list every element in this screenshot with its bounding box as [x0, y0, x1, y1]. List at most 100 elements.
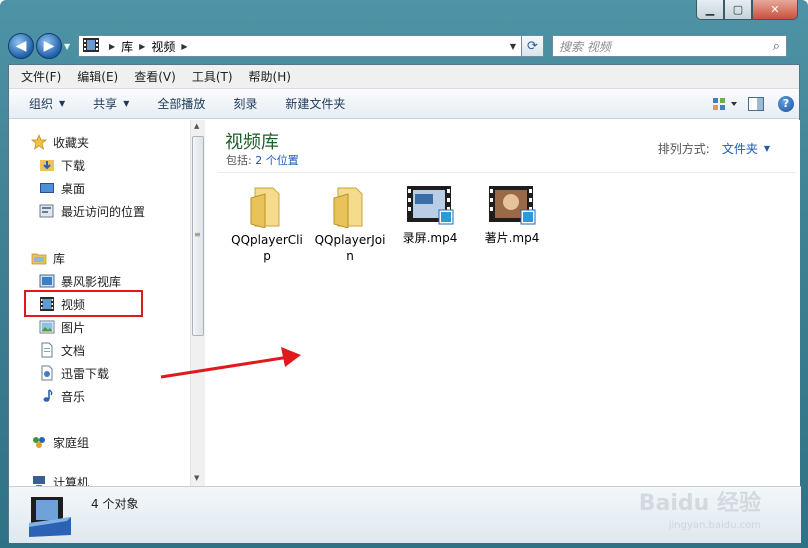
share-button[interactable]: 共享 ▼ — [79, 95, 143, 112]
sidebar-item-libraries[interactable]: 库 — [31, 248, 65, 268]
toolbar-right: ? — [709, 93, 799, 115]
breadcrumb-library[interactable]: 库 — [121, 38, 133, 55]
file-name: 著片.mp4 — [484, 231, 540, 245]
sidebar-item-label: 最近访问的位置 — [61, 204, 146, 219]
content-pane: 视频库 包括: 2 个位置 排列方式: 文件夹 ▼ QQplayerClip Q… — [206, 120, 800, 486]
details-pane: 4 个对象 Baidu 经验 jingyan.baidu.com — [9, 486, 801, 543]
breadcrumb-videos[interactable]: 视频 — [151, 38, 175, 55]
sidebar-item-label: 桌面 — [61, 181, 86, 196]
nav-tree: 收藏夹 下载 桌面 最近访问的位置 库 暴风影视库 视频 图片 文档 迅雷下载 … — [9, 120, 189, 486]
sidebar-item-documents[interactable]: 文档 — [39, 340, 85, 360]
arrange-value[interactable]: 文件夹 — [722, 140, 758, 157]
file-name: QQplayerClip — [231, 233, 303, 263]
menu-edit[interactable]: 编辑(E) — [69, 68, 126, 85]
sidebar-item-label: 计算机 — [53, 475, 90, 487]
sidebar-item-baofeng-library[interactable]: 暴风影视库 — [39, 271, 121, 291]
sidebar-item-label: 暴风影视库 — [61, 274, 122, 289]
folder-icon — [333, 187, 363, 228]
video-file-icon — [489, 186, 536, 225]
includes-locations-link[interactable]: 2 个位置 — [255, 154, 299, 167]
nav-scrollbar[interactable]: ▲ ≡ ▼ — [190, 120, 205, 486]
help-button[interactable]: ? — [773, 93, 799, 115]
library-includes: 包括: 2 个位置 — [226, 152, 299, 168]
scroll-down-icon[interactable]: ▼ — [194, 474, 199, 482]
history-dropdown[interactable]: ▼ — [64, 42, 74, 51]
search-box[interactable]: 搜索 视频 ⌕ — [552, 35, 787, 57]
file-item-folder[interactable]: QQplayerClip — [231, 184, 303, 264]
video-file-icon — [407, 186, 454, 225]
sidebar-item-thunder-downloads[interactable]: 迅雷下载 — [39, 363, 109, 383]
sidebar-item-label: 库 — [53, 251, 66, 266]
command-bar: 组织 ▼ 共享 ▼ 全部播放 刻录 新建文件夹 ? — [9, 89, 799, 119]
baofeng-library-icon — [39, 273, 55, 289]
search-icon[interactable]: ⌕ — [773, 39, 780, 54]
file-name: 录屏.mp4 — [402, 231, 458, 245]
sidebar-item-recent-places[interactable]: 最近访问的位置 — [39, 201, 145, 221]
sidebar-item-label: 图片 — [61, 320, 86, 335]
arrange-by: 排列方式: 文件夹 ▼ — [658, 140, 770, 157]
menu-view[interactable]: 查看(V) — [126, 68, 184, 85]
chevron-right-icon[interactable]: ▶ — [109, 42, 115, 51]
file-item-folder[interactable]: QQplayerJoin — [314, 184, 386, 264]
music-note-icon — [39, 388, 55, 404]
back-button[interactable]: ◀ — [8, 33, 34, 59]
organize-button[interactable]: 组织 ▼ — [15, 95, 79, 112]
view-options-button[interactable] — [713, 93, 739, 115]
play-all-button[interactable]: 全部播放 — [143, 95, 219, 112]
close-button[interactable]: ✕ — [752, 0, 798, 20]
sidebar-item-favorites[interactable]: 收藏夹 — [31, 132, 89, 152]
maximize-button[interactable]: ▢ — [724, 0, 752, 20]
chevron-right-icon[interactable]: ▶ — [181, 42, 187, 51]
minimize-button[interactable]: ▁ — [696, 0, 724, 20]
menu-tools[interactable]: 工具(T) — [184, 68, 241, 85]
sidebar-item-music[interactable]: 音乐 — [39, 386, 85, 406]
chevron-down-icon[interactable]: ▼ — [764, 144, 770, 153]
navigation-pane: 收藏夹 下载 桌面 最近访问的位置 库 暴风影视库 视频 图片 文档 迅雷下载 … — [9, 120, 205, 486]
search-input[interactable]: 搜索 视频 — [559, 38, 773, 55]
scroll-up-icon[interactable]: ▲ — [194, 122, 199, 130]
menu-help[interactable]: 帮助(H) — [241, 68, 299, 85]
includes-label: 包括: — [226, 154, 252, 167]
arrange-label: 排列方式: — [657, 142, 710, 156]
watermark-url: jingyan.baidu.com — [668, 520, 761, 531]
sidebar-item-downloads[interactable]: 下载 — [39, 155, 85, 175]
preview-pane-button[interactable] — [743, 93, 769, 115]
forward-button[interactable]: ▶ — [36, 33, 62, 59]
scroll-grip-icon: ≡ — [194, 230, 201, 239]
video-library-icon — [83, 37, 99, 55]
refresh-button[interactable]: ⟳ — [522, 35, 544, 57]
file-item-video[interactable]: 著片.mp4 — [476, 184, 548, 246]
new-folder-button[interactable]: 新建文件夹 — [271, 95, 359, 112]
sidebar-item-computer[interactable]: 计算机 — [31, 472, 89, 486]
menu-bar: 文件(F) 编辑(E) 查看(V) 工具(T) 帮助(H) — [9, 65, 799, 89]
sidebar-item-label: 家庭组 — [53, 435, 90, 450]
sidebar-item-pictures[interactable]: 图片 — [39, 317, 85, 337]
chevron-down-icon: ▼ — [123, 99, 130, 108]
address-dropdown-icon[interactable]: ▼ — [505, 42, 521, 51]
divider — [218, 172, 796, 173]
annotation-highlight-box — [24, 290, 143, 317]
burn-button[interactable]: 刻录 — [219, 95, 271, 112]
address-bar[interactable]: ▶ 库 ▶ 视频 ▶ ▼ — [78, 35, 522, 57]
homegroup-icon — [31, 434, 47, 450]
breadcrumb: ▶ 库 ▶ 视频 ▶ — [103, 38, 194, 55]
folder-icon — [250, 187, 280, 228]
watermark-logo: Baidu 经验 — [638, 491, 761, 516]
sidebar-item-label: 迅雷下载 — [61, 366, 110, 381]
thunder-download-icon — [39, 365, 55, 381]
star-icon — [31, 134, 47, 150]
view-grid-icon — [713, 97, 737, 110]
file-name: QQplayerJoin — [314, 233, 386, 263]
menu-file[interactable]: 文件(F) — [13, 68, 69, 85]
preview-pane-icon — [748, 96, 764, 111]
computer-icon — [31, 474, 47, 486]
sidebar-item-label: 文档 — [61, 343, 86, 358]
library-title: 视频库 — [225, 132, 279, 153]
library-folder-icon — [31, 250, 47, 266]
sidebar-item-desktop[interactable]: 桌面 — [39, 178, 85, 198]
sidebar-item-homegroup[interactable]: 家庭组 — [31, 432, 89, 452]
chevron-right-icon[interactable]: ▶ — [139, 42, 145, 51]
pictures-icon — [39, 319, 55, 335]
file-item-video[interactable]: 录屏.mp4 — [394, 184, 466, 246]
sidebar-item-label: 音乐 — [61, 389, 86, 404]
